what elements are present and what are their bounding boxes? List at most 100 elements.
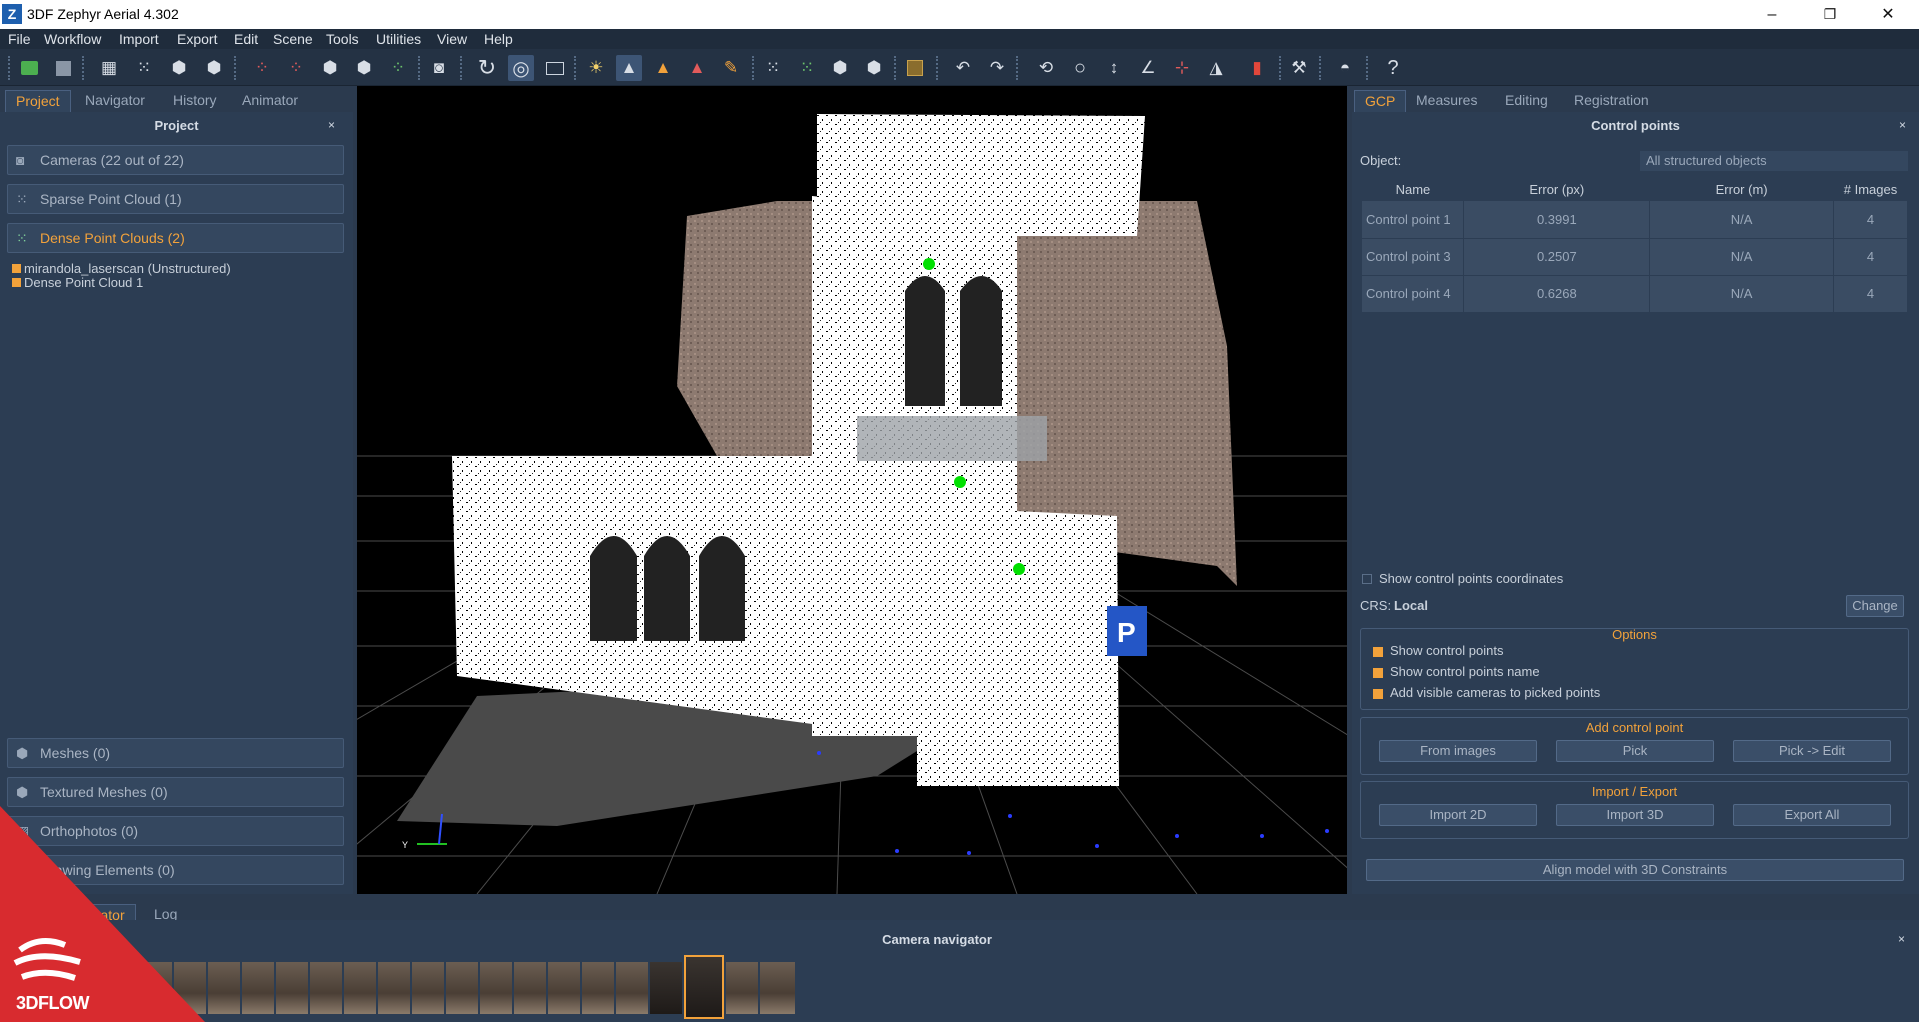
brush-icon[interactable]: ✎: [718, 55, 744, 81]
tab-measures[interactable]: Measures: [1406, 90, 1487, 112]
render-shade-icon[interactable]: ▲: [684, 55, 710, 81]
show-names-checkbox[interactable]: [1373, 668, 1383, 678]
camera-thumbnail[interactable]: [344, 962, 376, 1014]
camera-thumbnail[interactable]: [310, 962, 342, 1014]
menu-utilities[interactable]: Utilities: [376, 31, 421, 47]
export-all-button[interactable]: Export All: [1733, 804, 1891, 826]
tree-item[interactable]: Dense Point Cloud 1: [12, 275, 143, 290]
render-triangle-icon[interactable]: ▲: [616, 55, 642, 81]
dense-red-icon[interactable]: ⁘: [283, 55, 309, 81]
menu-workflow[interactable]: Workflow: [44, 31, 101, 47]
transform-icon[interactable]: ⟲: [1033, 55, 1059, 81]
camera-thumbnail-selected[interactable]: [684, 955, 724, 1019]
camera-snapshot-icon[interactable]: ◙: [426, 55, 452, 81]
section-icon[interactable]: ◮: [1203, 55, 1229, 81]
tab-project[interactable]: Project: [5, 90, 71, 112]
sparse-cloud-group[interactable]: ⁙ Sparse Point Cloud (1): [7, 184, 344, 214]
show-points-checkbox[interactable]: [1373, 647, 1383, 657]
import-3d-button[interactable]: Import 3D: [1556, 804, 1714, 826]
menu-import[interactable]: Import: [119, 31, 159, 47]
close-button[interactable]: ✕: [1859, 0, 1917, 29]
menu-view[interactable]: View: [437, 31, 467, 47]
camera-thumbnail[interactable]: [276, 962, 308, 1014]
menu-tools[interactable]: Tools: [326, 31, 359, 47]
table-row[interactable]: Control point 1 0.3991 N/A 4: [1362, 201, 1908, 239]
tab-registration[interactable]: Registration: [1564, 90, 1659, 112]
tree-item[interactable]: mirandola_laserscan (Unstructured): [12, 261, 231, 276]
dense-cloud-icon[interactable]: ⬢: [166, 55, 192, 81]
camera-thumbnail[interactable]: [208, 962, 240, 1014]
menu-scene[interactable]: Scene: [273, 31, 313, 47]
select-points-icon[interactable]: ⁙: [760, 55, 786, 81]
light-bulb-icon[interactable]: ☀: [583, 55, 609, 81]
camera-thumbnail[interactable]: [582, 962, 614, 1014]
menu-export[interactable]: Export: [177, 31, 217, 47]
redo-icon[interactable]: ↷: [984, 55, 1010, 81]
menu-file[interactable]: File: [8, 31, 31, 47]
close-icon[interactable]: ×: [328, 118, 335, 132]
close-icon[interactable]: ×: [1899, 118, 1906, 132]
sparse-cloud-icon[interactable]: ⁙: [131, 55, 157, 81]
align-3d-constraints-button[interactable]: Align model with 3D Constraints: [1366, 859, 1904, 881]
help-icon[interactable]: ?: [1380, 55, 1406, 81]
bounding-box-icon[interactable]: [902, 55, 928, 81]
camera-thumbnail[interactable]: [650, 962, 682, 1014]
tab-navigator[interactable]: Navigator: [75, 90, 155, 112]
tools-icon[interactable]: ⚒: [1286, 55, 1312, 81]
rotate-icon[interactable]: ○: [1067, 55, 1093, 81]
image-icon[interactable]: [542, 55, 568, 81]
tab-gcp[interactable]: GCP: [1354, 90, 1407, 112]
pick-edit-button[interactable]: Pick -> Edit: [1733, 740, 1891, 762]
camera-thumbnail[interactable]: [412, 962, 444, 1014]
dense-cloud-group[interactable]: ⁙ Dense Point Clouds (2): [7, 223, 344, 253]
orbit-icon[interactable]: ↻: [474, 55, 500, 81]
select-texture-icon[interactable]: ⬢: [861, 55, 887, 81]
undo-icon[interactable]: ↶: [950, 55, 976, 81]
points-green-icon[interactable]: ⁘: [385, 55, 411, 81]
render-color-icon[interactable]: ▲: [650, 55, 676, 81]
cameras-group[interactable]: ◙ Cameras (22 out of 22): [7, 145, 344, 175]
camera-thumbnail[interactable]: [548, 962, 580, 1014]
table-row[interactable]: Control point 3 0.2507 N/A 4: [1362, 238, 1908, 276]
change-crs-button[interactable]: Change: [1846, 595, 1904, 617]
table-row[interactable]: Control point 4 0.6268 N/A 4: [1362, 275, 1908, 313]
textured-meshes-group[interactable]: ⬢ Textured Meshes (0): [7, 777, 344, 807]
camera-thumbnail[interactable]: [378, 962, 410, 1014]
camera-thumbnail[interactable]: [242, 962, 274, 1014]
measure-height-icon[interactable]: ↕: [1101, 55, 1127, 81]
mask-icon[interactable]: ◓: [1332, 55, 1358, 81]
meshes-group[interactable]: ⬢ Meshes (0): [7, 738, 344, 768]
camera-thumbnail[interactable]: [726, 962, 758, 1014]
sparse-red-icon[interactable]: ⁘: [249, 55, 275, 81]
camera-thumbnail[interactable]: [514, 962, 546, 1014]
mesh-icon[interactable]: ⬢: [201, 55, 227, 81]
select-green-icon[interactable]: ⁙: [794, 55, 820, 81]
add-cameras-checkbox[interactable]: [1373, 689, 1383, 699]
import-2d-button[interactable]: Import 2D: [1379, 804, 1537, 826]
minimize-button[interactable]: –: [1743, 0, 1801, 29]
from-images-button[interactable]: From images: [1379, 740, 1537, 762]
textured-gray-icon[interactable]: ⬢: [351, 55, 377, 81]
axis-icon[interactable]: ⊹: [1169, 55, 1195, 81]
menu-edit[interactable]: Edit: [234, 31, 258, 47]
camera-thumbnail[interactable]: [446, 962, 478, 1014]
cameras-icon[interactable]: ▦: [96, 55, 122, 81]
orthophotos-group[interactable]: ▨Orthophotos (0): [7, 816, 344, 846]
menu-help[interactable]: Help: [484, 31, 513, 47]
select-mesh-icon[interactable]: ⬢: [827, 55, 853, 81]
measure-angle-icon[interactable]: ∠: [1135, 55, 1161, 81]
maximize-button[interactable]: ❐: [1801, 0, 1859, 29]
tab-animator[interactable]: Animator: [232, 90, 308, 112]
3d-viewport[interactable]: P Y: [357, 86, 1347, 894]
camera-thumbnail[interactable]: [480, 962, 512, 1014]
object-select[interactable]: All structured objects: [1640, 151, 1908, 171]
close-icon[interactable]: ×: [1898, 932, 1905, 946]
save-icon[interactable]: [50, 55, 76, 81]
mesh-gray-icon[interactable]: ⬢: [317, 55, 343, 81]
pick-button[interactable]: Pick: [1556, 740, 1714, 762]
chart-icon[interactable]: ▮: [1244, 55, 1270, 81]
tab-history[interactable]: History: [163, 90, 227, 112]
camera-thumbnail[interactable]: [616, 962, 648, 1014]
tab-editing[interactable]: Editing: [1495, 90, 1558, 112]
new-project-icon[interactable]: [16, 55, 42, 81]
